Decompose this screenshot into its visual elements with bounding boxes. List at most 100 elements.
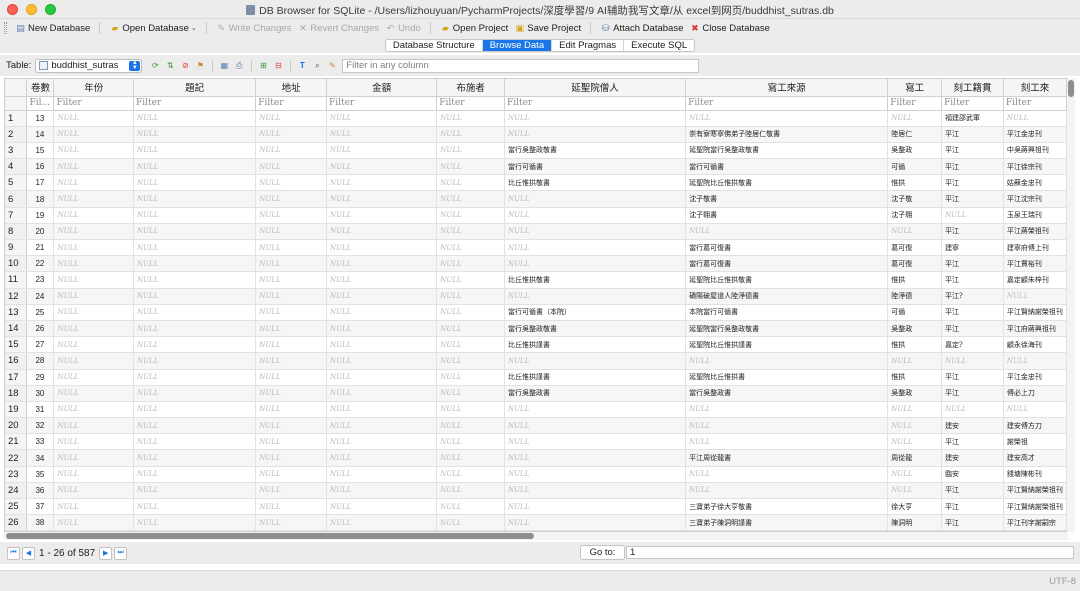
table-cell[interactable]: 平江 [941,498,1004,516]
table-cell[interactable]: NULL [53,482,135,500]
table-cell[interactable]: 當行葛可復書 [685,239,889,257]
table-row[interactable]: 2 14 NULL NULL NULL NULL NULL NULL 崇有寮寒寧佛弟子陸居仁敬書… [5,126,1067,143]
table-row[interactable]: 8 20 NULL NULL NULL NULL NULL NULL NULL NULL 平江 平江蔣… [5,223,1067,241]
table-cell[interactable]: 謝榮祖 [1003,433,1067,451]
table-cell[interactable]: 嘉定顧朱梓刊 [1003,271,1067,289]
column-header[interactable]: 延聖院僧人 [504,79,687,97]
next-page-button[interactable]: ▶ [99,546,113,560]
table-cell[interactable]: NULL [133,207,257,224]
table-cell[interactable]: NULL [53,514,135,531]
table-cell[interactable]: 21 [26,239,55,257]
table-cell[interactable]: NULL [326,433,438,451]
table-cell[interactable]: NULL [255,449,327,467]
row-number[interactable]: 15 [5,336,28,354]
table-cell[interactable]: NULL [326,255,438,273]
table-cell[interactable]: NULL [53,142,135,160]
table-cell[interactable]: 延聖院當行吳整政敬書 [685,142,889,160]
table-cell[interactable]: 當行可循書（本院） [504,304,687,321]
table-cell[interactable]: NULL [133,369,257,386]
row-number[interactable]: 9 [5,239,28,257]
table-cell[interactable]: NULL [133,401,257,419]
table-cell[interactable]: NULL [53,433,135,451]
table-cell[interactable]: NULL [326,385,438,402]
column-filter-input[interactable]: Filter [436,96,506,111]
row-number[interactable]: 19 [5,401,28,419]
table-cell[interactable]: NULL [504,466,687,483]
table-cell[interactable]: 15 [26,142,55,160]
save-project-button[interactable]: ▣ Save Project [511,23,584,34]
table-cell[interactable]: 沈子翱書 [685,207,889,224]
table-cell[interactable]: NULL [255,336,327,354]
table-cell[interactable]: NULL [887,401,943,419]
table-cell[interactable]: NULL [887,352,943,370]
table-cell[interactable]: 中吳蔣興祖刊 [1003,142,1067,160]
table-cell[interactable]: NULL [133,126,257,143]
table-row[interactable]: 7 19 NULL NULL NULL NULL NULL NULL 沈子翱書 沈子翱 NULL 玉泉… [5,207,1067,224]
table-cell[interactable]: NULL [504,288,687,305]
table-cell[interactable]: NULL [326,482,438,500]
table-cell[interactable]: 延聖院比丘惟拱敬書 [685,271,889,289]
table-row[interactable]: 24 36 NULL NULL NULL NULL NULL NULL NULL NULL 平江 平江… [5,482,1067,500]
table-cell[interactable]: NULL [436,401,506,419]
table-cell[interactable]: NULL [53,417,135,435]
table-cell[interactable]: NULL [326,110,438,127]
row-number[interactable]: 4 [5,158,28,176]
table-cell[interactable]: NULL [255,158,327,176]
table-cell[interactable]: NULL [255,142,327,160]
table-cell[interactable]: NULL [436,482,506,500]
table-cell[interactable]: 31 [26,401,55,419]
table-cell[interactable]: 葛可復 [887,239,943,257]
table-cell[interactable]: NULL [504,207,687,224]
table-cell[interactable]: NULL [133,174,257,192]
row-number[interactable]: 11 [5,271,28,289]
table-cell[interactable]: 姑蘇金忠刊 [1003,174,1067,192]
table-cell[interactable]: 延聖院比丘惟拱謹書 [685,336,889,354]
table-cell[interactable]: 平江 [941,255,1004,273]
table-cell[interactable]: 23 [26,271,55,289]
table-cell[interactable]: NULL [133,223,257,241]
table-cell[interactable]: 平江 [941,514,1004,531]
table-cell[interactable]: NULL [504,239,687,257]
column-header[interactable]: 題記 [133,79,257,97]
table-cell[interactable]: 32 [26,417,55,435]
table-cell[interactable]: NULL [53,190,135,208]
table-cell[interactable]: 當行葛可復書 [685,255,889,273]
table-cell[interactable]: 玉泉王瑞刊 [1003,207,1067,224]
column-filter-input[interactable]: Filter [133,96,257,111]
table-cell[interactable]: NULL [133,352,257,370]
table-cell[interactable]: NULL [133,482,257,500]
table-cell[interactable]: 平江 [941,142,1004,160]
table-cell[interactable]: 平江蔣榮祖刊 [1003,223,1067,241]
table-cell[interactable]: NULL [255,498,327,516]
row-number[interactable]: 8 [5,223,28,241]
table-cell[interactable]: NULL [255,417,327,435]
table-cell[interactable]: 平江 [941,369,1004,386]
row-number[interactable]: 26 [5,514,28,531]
column-filter-input[interactable]: Filter [1003,96,1067,111]
table-cell[interactable]: 19 [26,207,55,224]
find-icon[interactable]: ⌕ [310,60,324,72]
table-row[interactable]: 1 13 NULL NULL NULL NULL NULL NULL NULL NULL 福建邵武軍… [5,110,1067,127]
table-row[interactable]: 19 31 NULL NULL NULL NULL NULL NULL NULL NULL NULL… [5,401,1067,419]
table-cell[interactable]: 14 [26,126,55,143]
table-cell[interactable]: 平江 [941,304,1004,321]
table-cell[interactable]: 錢塘陳彬刊 [1003,466,1067,483]
table-cell[interactable]: 平江賈裕刊 [1003,255,1067,273]
table-cell[interactable]: NULL [436,369,506,386]
table-cell[interactable]: NULL [326,320,438,338]
table-cell[interactable]: NULL [53,110,135,127]
table-cell[interactable]: NULL [326,142,438,160]
goto-row-input[interactable]: 1 [626,546,1074,559]
table-cell[interactable]: NULL [255,369,327,386]
table-cell[interactable]: NULL [255,271,327,289]
table-cell[interactable]: 平江 [941,385,1004,402]
column-header[interactable]: 布施者 [436,79,506,97]
table-cell[interactable]: NULL [436,385,506,402]
table-cell[interactable]: NULL [436,142,506,160]
row-number[interactable]: 14 [5,320,28,338]
table-cell[interactable]: 35 [26,466,55,483]
filter-any-column-input[interactable]: Filter in any column [342,58,700,73]
table-cell[interactable]: NULL [436,417,506,435]
table-cell[interactable]: NULL [436,304,506,321]
table-cell[interactable]: 平江 [941,174,1004,192]
